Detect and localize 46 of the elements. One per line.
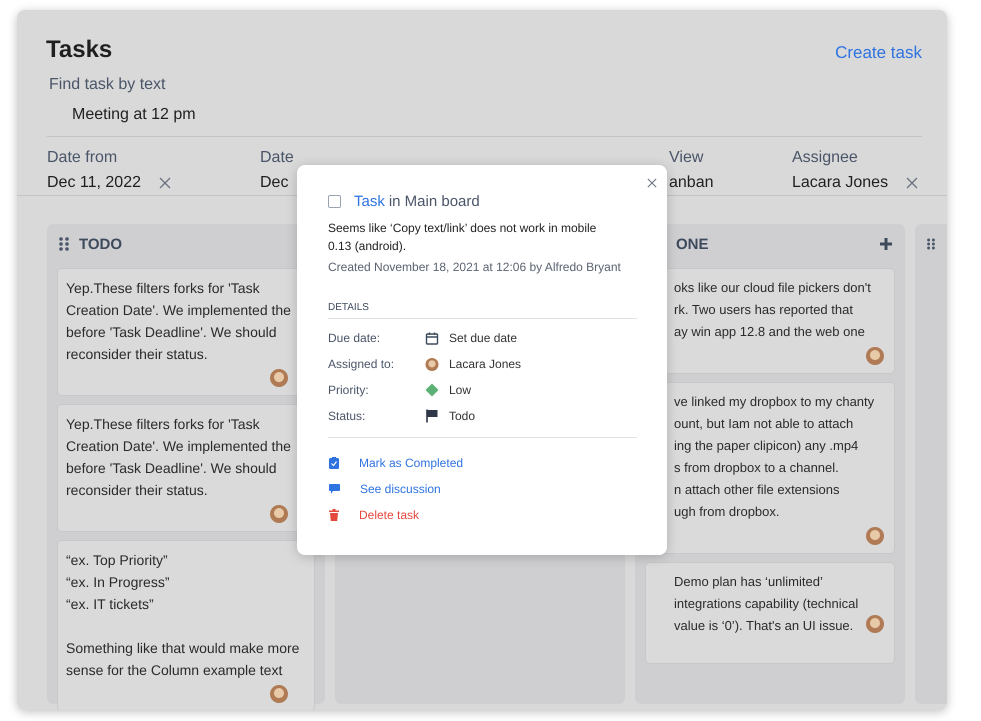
column-title: ONE — [676, 236, 709, 252]
card-text: ve linked my dropbox to my chanty ount, but Iam not able to attach ing the paper clipicon) any .mp4 s from dropbox to a channel. n attach other file extensions ugh from dropbox. — [673, 393, 876, 521]
action-link[interactable]: See discussion — [360, 482, 441, 496]
detail-value: Lacara Jones — [449, 357, 522, 371]
card-text: Demo plan has ‘unlimited’ integrations capability (technical value is ‘0’). That's an UI issue. — [673, 573, 856, 635]
detail-label: Priority: — [328, 383, 370, 397]
filter-label: Date — [260, 149, 295, 167]
task-card[interactable]: Demo plan has ‘unlimited’ integrations capability (technical value is ‘0’). That's an UI issue. — [645, 562, 895, 664]
filter-label: View — [669, 149, 704, 167]
detail-value: Todo — [449, 409, 476, 423]
trash-icon — [329, 509, 339, 521]
diamond-icon — [425, 383, 439, 397]
close-icon — [647, 178, 657, 188]
card-text: oks like our cloud file pickers don't rk. Two users has reported that ay win app 12.8 and the web one — [673, 279, 872, 341]
card-text: Yep.These filters forks for 'Task Creation Date'. We implemented the before 'Task Deadline'. We should reconsider their status. — [66, 415, 292, 500]
delete-task-link[interactable]: Delete task — [359, 508, 420, 522]
search-label: Find task by text — [49, 76, 166, 94]
avatar — [425, 358, 439, 370]
filter-value[interactable]: Lacara Jones — [792, 174, 888, 192]
filter-label: Date from — [47, 149, 118, 167]
detail-label: Due date: — [328, 331, 382, 345]
checkbox[interactable] — [328, 195, 341, 208]
dialog-title: in Main board — [388, 193, 480, 210]
calendar-icon — [425, 332, 439, 344]
detail-value[interactable]: Set due date — [449, 331, 518, 345]
detail-label: Status: — [328, 409, 366, 423]
filter-value[interactable]: Dec — [260, 174, 288, 192]
flag-icon — [425, 409, 439, 423]
filter-value[interactable]: anban — [669, 174, 714, 192]
task-description: Seems like ‘Copy text/link’ does not work in mobile 0.13 (android). — [328, 220, 598, 255]
created-info: Created November 18, 2021 at 12:06 by Alfredo Bryant — [328, 260, 622, 274]
detail-label: Assigned to: — [328, 357, 396, 371]
filter-label: Assignee — [792, 149, 859, 167]
page-title: Tasks — [46, 36, 112, 64]
card-text: Yep.These filters forks for 'Task Creation Date'. We implemented the before 'Task Deadline'. We should reconsider their status. — [66, 279, 292, 364]
search-field[interactable]: Meeting at 12 pm — [72, 106, 922, 124]
task-card[interactable]: “ex. Top Priority” “ex. In Progress” “ex. IT tickets” Something like that would make more sense for the Column example text — [57, 540, 315, 710]
chat-bubble-icon — [329, 484, 340, 494]
filter-value[interactable]: Dec 11, 2022 — [47, 174, 141, 192]
detail-value: Low — [449, 383, 472, 397]
column-title: TODO — [79, 236, 122, 252]
clipboard-check-icon — [329, 457, 339, 469]
card-text: “ex. Top Priority” “ex. In Progress” “ex. IT tickets” Something like that would make more sense for the Column example text — [66, 551, 300, 680]
task-link[interactable]: Task — [354, 193, 385, 210]
section-heading: DETAILS — [328, 302, 637, 319]
action-link[interactable]: Mark as Completed — [359, 456, 464, 470]
